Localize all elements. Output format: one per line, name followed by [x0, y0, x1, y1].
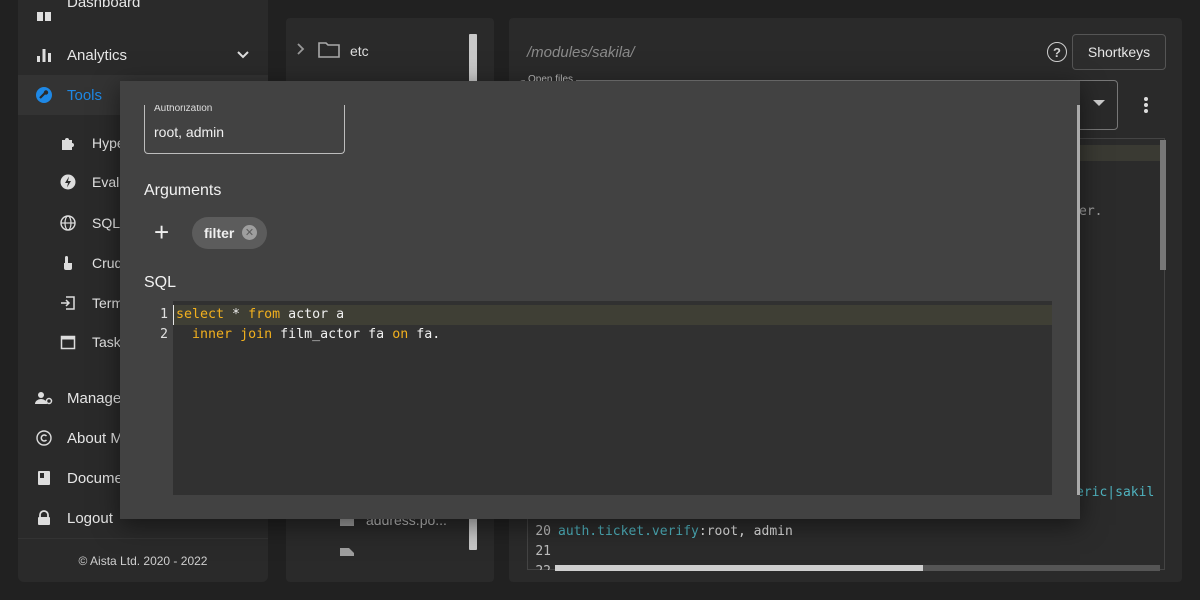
- folder-label: etc: [350, 42, 369, 59]
- argument-chip[interactable]: filter ✕: [192, 217, 267, 249]
- sidebar-item-label: Term: [92, 295, 124, 311]
- touch-icon: [58, 253, 78, 273]
- file-row-partial[interactable]: [340, 543, 354, 559]
- folder-icon: [318, 40, 340, 61]
- sql-keyword: join: [240, 327, 273, 342]
- line-number: 20: [535, 524, 551, 539]
- sidebar-footer: © Aista Ltd. 2020 - 2022: [18, 538, 268, 582]
- sql-code-line: select * from actor a: [176, 307, 344, 322]
- sidebar-item-label: SQL: [92, 215, 121, 231]
- sql-text: *: [224, 307, 249, 322]
- dialog-scrollbar[interactable]: [1077, 105, 1080, 495]
- sidebar-item-dashboard[interactable]: Dashboard: [18, 0, 268, 34]
- sql-text: fa.: [408, 327, 441, 342]
- dashboard-icon: [34, 4, 54, 24]
- sidebar-item-label: Analytics: [67, 46, 128, 64]
- sidebar-item-label: Docume: [67, 469, 123, 487]
- sql-keyword: from: [248, 307, 281, 322]
- globe-icon: [58, 213, 78, 233]
- sql-title: SQL: [144, 274, 177, 291]
- sidebar-item-label: Tools: [67, 86, 103, 104]
- puzzle-icon: [58, 133, 78, 153]
- authorization-value[interactable]: root, admin: [154, 124, 224, 140]
- lock-icon: [34, 508, 54, 528]
- code-token: auth.ticket.verify:root, admin: [558, 524, 793, 539]
- sidebar-item-label: About M: [67, 429, 123, 447]
- code-fragment: er.: [1079, 204, 1103, 219]
- sql-keyword: inner: [192, 327, 233, 342]
- code-keyword: auth.ticket.verify: [558, 524, 699, 539]
- sidebar-item-analytics[interactable]: Analytics: [18, 35, 268, 75]
- dialog-content: Authorization root, admin Arguments + fi…: [120, 105, 1080, 519]
- code-fragment: eric|sakil: [1076, 485, 1155, 500]
- line-number: 1: [159, 307, 168, 322]
- chevron-down-icon[interactable]: [236, 47, 250, 65]
- arguments-title: Arguments: [144, 182, 222, 199]
- line-number: 21: [535, 544, 551, 559]
- sql-keyword: select: [176, 307, 225, 322]
- chevron-right-icon[interactable]: [296, 42, 306, 59]
- editor-hscrollbar-thumb[interactable]: [555, 565, 923, 571]
- bar-chart-icon: [34, 45, 54, 65]
- add-argument-button[interactable]: +: [154, 219, 169, 245]
- calendar-icon: [58, 332, 78, 352]
- editor-scrollbar[interactable]: [1160, 140, 1166, 270]
- endpoint-dialog: Authorization root, admin Arguments + fi…: [120, 81, 1080, 519]
- authorization-label: Authorization: [154, 105, 213, 114]
- chip-label: filter: [204, 225, 235, 241]
- close-icon[interactable]: ✕: [242, 225, 257, 240]
- sidebar-item-label: Logout: [67, 509, 113, 527]
- line-number: 2: [159, 327, 168, 342]
- sql-text: actor a: [280, 307, 345, 322]
- copyright-icon: [34, 428, 54, 448]
- code-text: :root, admin: [698, 524, 793, 539]
- editor-hscrollbar[interactable]: [555, 565, 1160, 571]
- sidebar-item-label: Dashboard: [67, 0, 141, 11]
- user-gear-icon: [34, 388, 54, 408]
- module-path: /modules/sakila/: [527, 44, 635, 61]
- sidebar-item-label: Manage: [67, 389, 122, 407]
- more-vert-icon[interactable]: [1143, 96, 1149, 119]
- book-icon: [34, 468, 54, 488]
- sql-code-line: inner join film_actor fa on fa.: [176, 327, 440, 342]
- help-icon[interactable]: ?: [1047, 42, 1067, 62]
- bolt-icon: [58, 172, 78, 192]
- sql-text: film_actor fa: [272, 327, 393, 342]
- login-icon: [58, 293, 78, 313]
- folder-row-etc[interactable]: etc: [296, 40, 369, 61]
- sql-keyword: on: [392, 327, 409, 342]
- file-icon: [340, 543, 354, 559]
- line-number: 22: [527, 564, 551, 570]
- chevron-down-icon[interactable]: [1093, 100, 1105, 106]
- shortkeys-button[interactable]: Shortkeys: [1072, 34, 1166, 70]
- wrench-icon: [34, 85, 54, 105]
